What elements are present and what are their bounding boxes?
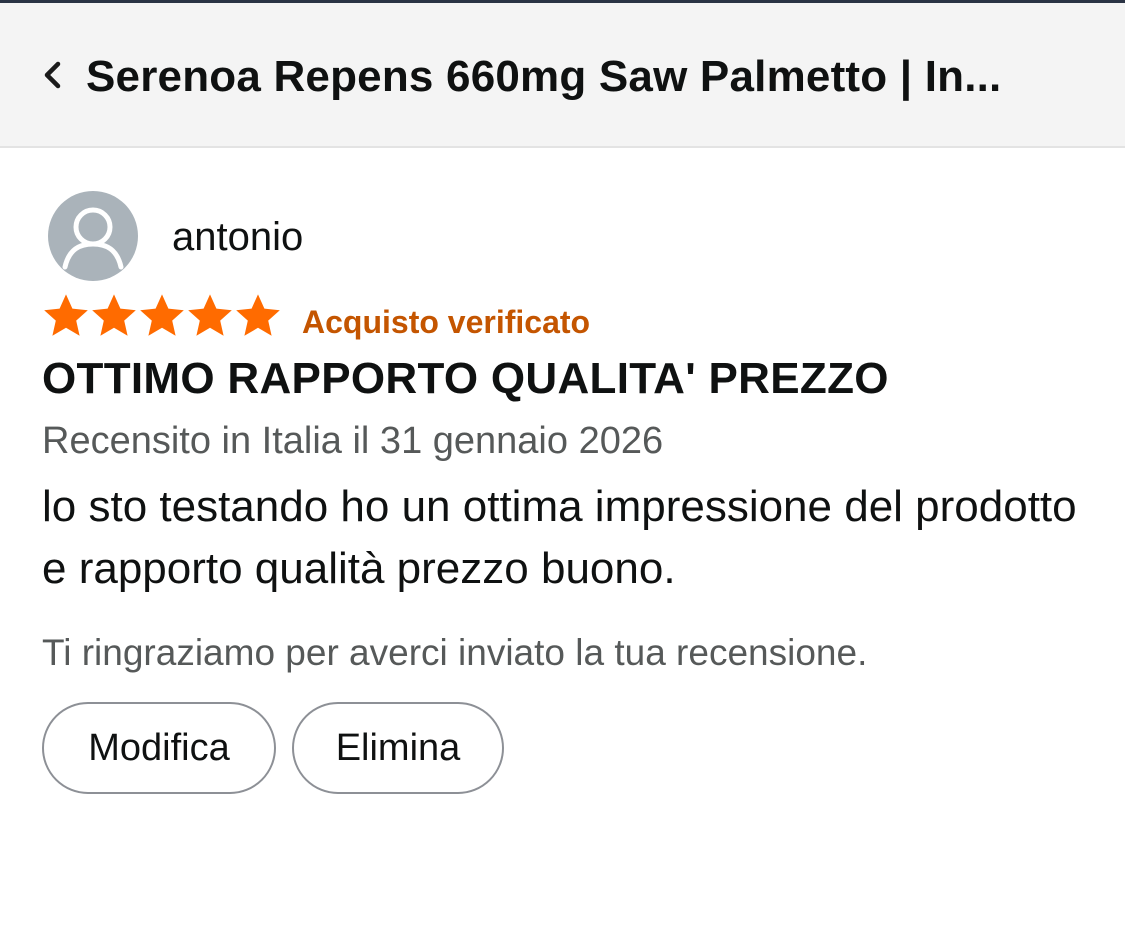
avatar bbox=[48, 191, 138, 281]
reviewer-name[interactable]: antonio bbox=[172, 212, 303, 262]
star-icon bbox=[188, 294, 232, 336]
verified-purchase-badge: Acquisto verificato bbox=[302, 304, 591, 340]
edit-button[interactable]: Modifica bbox=[42, 702, 276, 794]
star-icon bbox=[44, 294, 88, 336]
star-icon bbox=[140, 294, 184, 336]
star-rating bbox=[42, 290, 282, 342]
star-icon bbox=[92, 294, 136, 336]
review-title: OTTIMO RAPPORTO QUALITA' PREZZO bbox=[42, 354, 889, 403]
review-date: Recensito in Italia il 31 gennaio 2026 bbox=[42, 420, 664, 462]
product-title: Serenoa Repens 660mg Saw Palmetto | In..… bbox=[86, 52, 1002, 101]
chevron-left-icon bbox=[44, 61, 61, 89]
thanks-message: Ti ringraziamo per averci inviato la tua… bbox=[42, 632, 868, 673]
back-button[interactable] bbox=[30, 45, 74, 105]
star-icon bbox=[236, 294, 280, 336]
delete-button[interactable]: Elimina bbox=[292, 702, 504, 794]
user-silhouette-icon bbox=[62, 207, 124, 270]
review-body: lo sto testando ho un ottima impressione… bbox=[42, 482, 1077, 593]
header-bar: Serenoa Repens 660mg Saw Palmetto | In..… bbox=[0, 3, 1125, 148]
